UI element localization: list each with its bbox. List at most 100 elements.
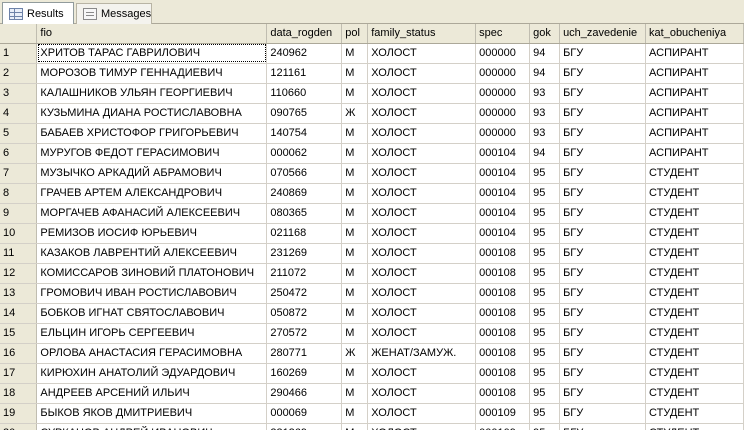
column-header-family-status[interactable]: family_status — [367, 24, 477, 44]
table-row[interactable]: 10 РЕМИЗОВ ИОСИФ ЮРЬЕВИЧ 021168 М ХОЛОСТ 0001… — [0, 223, 744, 244]
pol-cell[interactable]: М — [341, 163, 369, 184]
fio-cell[interactable]: КУЗЬМИНА ДИАНА РОСТИСЛАВОВНА — [36, 103, 268, 124]
header-corner[interactable] — [0, 24, 38, 44]
family-status-cell[interactable]: ХОЛОСТ — [367, 183, 477, 204]
row-number[interactable]: 14 — [0, 303, 38, 324]
gok-cell[interactable]: 95 — [529, 303, 561, 324]
family-status-cell[interactable]: ХОЛОСТ — [367, 223, 477, 244]
spec-cell[interactable]: 000104 — [475, 203, 531, 224]
gok-cell[interactable]: 95 — [529, 223, 561, 244]
pol-cell[interactable]: М — [341, 203, 369, 224]
pol-cell[interactable]: М — [341, 283, 369, 304]
gok-cell[interactable]: 95 — [529, 283, 561, 304]
kat-obucheniya-cell[interactable]: СТУДЕНТ — [645, 323, 744, 344]
kat-obucheniya-cell[interactable]: СТУДЕНТ — [645, 283, 744, 304]
data-rogden-cell[interactable]: 070566 — [266, 163, 343, 184]
row-number[interactable]: 10 — [0, 223, 38, 244]
data-rogden-cell[interactable]: 000069 — [266, 403, 343, 424]
table-row[interactable]: 9 МОРГАЧЕВ АФАНАСИЙ АЛЕКСЕЕВИЧ 080365 М ХОЛО… — [0, 203, 744, 224]
row-number[interactable]: 18 — [0, 383, 38, 404]
uch-zavedenie-cell[interactable]: БГУ — [559, 223, 647, 244]
pol-cell[interactable]: М — [341, 63, 369, 84]
family-status-cell[interactable]: ХОЛОСТ — [367, 363, 477, 384]
table-row[interactable]: 16 ОРЛОВА АНАСТАСИЯ ГЕРАСИМОВНА 280771 Ж ЖЕН… — [0, 343, 744, 364]
data-rogden-cell[interactable]: 211072 — [266, 263, 343, 284]
fio-cell[interactable]: ХРИТОВ ТАРАС ГАВРИЛОВИЧ — [36, 43, 268, 64]
spec-cell[interactable]: 000108 — [475, 323, 531, 344]
table-row[interactable]: 11 КАЗАКОВ ЛАВРЕНТИЙ АЛЕКСЕЕВИЧ 231269 М ХОЛ… — [0, 243, 744, 264]
gok-cell[interactable]: 93 — [529, 103, 561, 124]
pol-cell[interactable]: М — [341, 243, 369, 264]
row-number[interactable]: 4 — [0, 103, 38, 124]
uch-zavedenie-cell[interactable]: БГУ — [559, 203, 647, 224]
column-header-kat-obucheniya[interactable]: kat_obucheniya — [645, 24, 744, 44]
pol-cell[interactable]: М — [341, 43, 369, 64]
fio-cell[interactable]: СУРКАНОВ АНДРЕЙ ИВАНОВИЧ — [36, 423, 268, 430]
kat-obucheniya-cell[interactable]: АСПИРАНТ — [645, 83, 744, 104]
table-row[interactable]: 8 ГРАЧЕВ АРТЕМ АЛЕКСАНДРОВИЧ 240869 М ХОЛОСТ… — [0, 183, 744, 204]
family-status-cell[interactable]: ХОЛОСТ — [367, 43, 477, 64]
tab-results[interactable]: Results — [2, 2, 74, 25]
uch-zavedenie-cell[interactable]: БГУ — [559, 363, 647, 384]
gok-cell[interactable]: 94 — [529, 63, 561, 84]
family-status-cell[interactable]: ХОЛОСТ — [367, 243, 477, 264]
pol-cell[interactable]: М — [341, 303, 369, 324]
data-rogden-cell[interactable]: 110660 — [266, 83, 343, 104]
uch-zavedenie-cell[interactable]: БГУ — [559, 243, 647, 264]
uch-zavedenie-cell[interactable]: БГУ — [559, 123, 647, 144]
data-rogden-cell[interactable]: 290466 — [266, 383, 343, 404]
kat-obucheniya-cell[interactable]: СТУДЕНТ — [645, 383, 744, 404]
gok-cell[interactable]: 95 — [529, 383, 561, 404]
spec-cell[interactable]: 000108 — [475, 383, 531, 404]
uch-zavedenie-cell[interactable]: БГУ — [559, 83, 647, 104]
table-row[interactable]: 15 ЕЛЬЦИН ИГОРЬ СЕРГЕЕВИЧ 270572 М ХОЛОСТ 000… — [0, 323, 744, 344]
gok-cell[interactable]: 95 — [529, 183, 561, 204]
gok-cell[interactable]: 95 — [529, 203, 561, 224]
family-status-cell[interactable]: ХОЛОСТ — [367, 143, 477, 164]
data-rogden-cell[interactable]: 050872 — [266, 303, 343, 324]
fio-cell[interactable]: КАЗАКОВ ЛАВРЕНТИЙ АЛЕКСЕЕВИЧ — [36, 243, 268, 264]
uch-zavedenie-cell[interactable]: БГУ — [559, 303, 647, 324]
spec-cell[interactable]: 000000 — [475, 123, 531, 144]
data-rogden-cell[interactable]: 250472 — [266, 283, 343, 304]
column-header-fio[interactable]: fio — [36, 24, 268, 44]
kat-obucheniya-cell[interactable]: СТУДЕНТ — [645, 183, 744, 204]
uch-zavedenie-cell[interactable]: БГУ — [559, 323, 647, 344]
kat-obucheniya-cell[interactable]: АСПИРАНТ — [645, 43, 744, 64]
fio-cell[interactable]: ГРОМОВИЧ ИВАН РОСТИСЛАВОВИЧ — [36, 283, 268, 304]
pol-cell[interactable]: М — [341, 123, 369, 144]
data-rogden-cell[interactable]: 231269 — [266, 423, 343, 430]
kat-obucheniya-cell[interactable]: СТУДЕНТ — [645, 343, 744, 364]
kat-obucheniya-cell[interactable]: СТУДЕНТ — [645, 243, 744, 264]
spec-cell[interactable]: 000109 — [475, 423, 531, 430]
kat-obucheniya-cell[interactable]: АСПИРАНТ — [645, 123, 744, 144]
family-status-cell[interactable]: ХОЛОСТ — [367, 423, 477, 430]
table-row[interactable]: 2 МОРОЗОВ ТИМУР ГЕННАДИЕВИЧ 121161 М ХОЛОСТ 0… — [0, 63, 744, 84]
uch-zavedenie-cell[interactable]: БГУ — [559, 63, 647, 84]
uch-zavedenie-cell[interactable]: БГУ — [559, 143, 647, 164]
kat-obucheniya-cell[interactable]: СТУДЕНТ — [645, 263, 744, 284]
uch-zavedenie-cell[interactable]: БГУ — [559, 423, 647, 430]
gok-cell[interactable]: 95 — [529, 263, 561, 284]
uch-zavedenie-cell[interactable]: БГУ — [559, 403, 647, 424]
spec-cell[interactable]: 000104 — [475, 163, 531, 184]
spec-cell[interactable]: 000109 — [475, 403, 531, 424]
fio-cell[interactable]: БАБАЕВ ХРИСТОФОР ГРИГОРЬЕВИЧ — [36, 123, 268, 144]
row-number[interactable]: 5 — [0, 123, 38, 144]
row-number[interactable]: 11 — [0, 243, 38, 264]
fio-cell[interactable]: РЕМИЗОВ ИОСИФ ЮРЬЕВИЧ — [36, 223, 268, 244]
pol-cell[interactable]: М — [341, 183, 369, 204]
fio-cell[interactable]: КИРЮХИН АНАТОЛИЙ ЭДУАРДОВИЧ — [36, 363, 268, 384]
data-rogden-cell[interactable]: 240962 — [266, 43, 343, 64]
family-status-cell[interactable]: ХОЛОСТ — [367, 303, 477, 324]
kat-obucheniya-cell[interactable]: СТУДЕНТ — [645, 363, 744, 384]
table-row[interactable]: 7 МУЗЫЧКО АРКАДИЙ АБРАМОВИЧ 070566 М ХОЛОСТ 0… — [0, 163, 744, 184]
tab-messages[interactable]: Messages — [76, 3, 152, 24]
data-rogden-cell[interactable]: 090765 — [266, 103, 343, 124]
pol-cell[interactable]: М — [341, 263, 369, 284]
fio-cell[interactable]: БОБКОВ ИГНАТ СВЯТОСЛАВОВИЧ — [36, 303, 268, 324]
family-status-cell[interactable]: ЖЕНАТ/ЗАМУЖ. — [367, 343, 477, 364]
table-row[interactable]: 6 МУРУГОВ ФЕДОТ ГЕРАСИМОВИЧ 000062 М ХОЛОСТ 0… — [0, 143, 744, 164]
row-number[interactable]: 17 — [0, 363, 38, 384]
table-row[interactable]: 3 КАЛАШНИКОВ УЛЬЯН ГЕОРГИЕВИЧ 110660 М ХОЛОС… — [0, 83, 744, 104]
